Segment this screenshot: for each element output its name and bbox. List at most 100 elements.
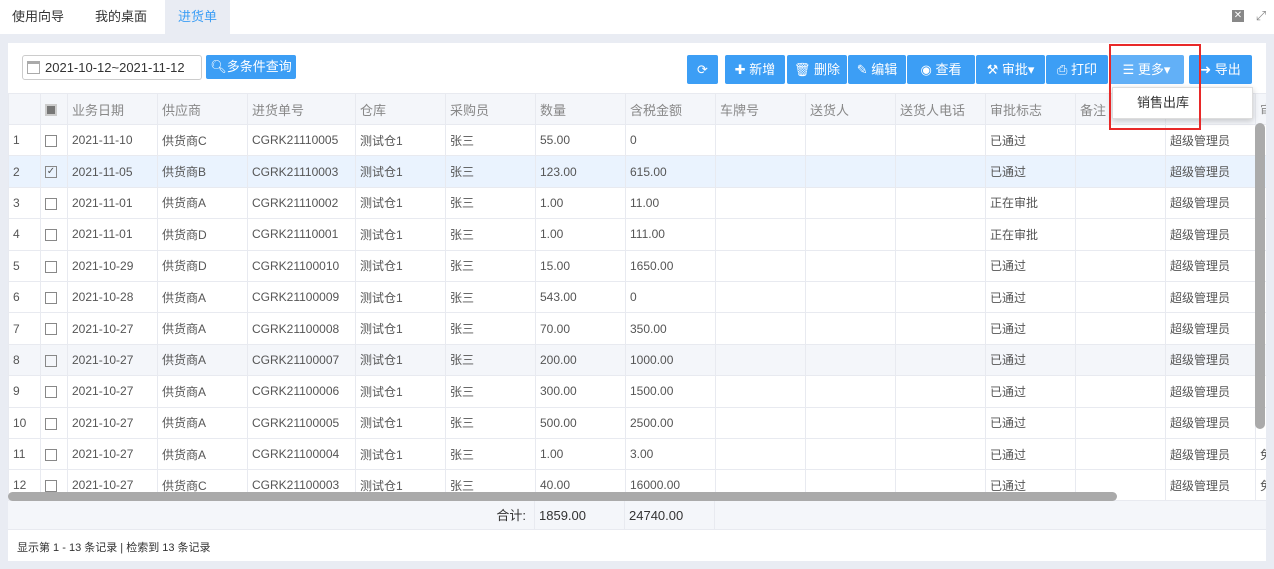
table-cell: 已通过 — [985, 375, 1076, 408]
horizontal-scrollbar[interactable] — [8, 492, 1117, 501]
toolbar-button-print[interactable]: ⎙ 打印 — [1046, 55, 1108, 84]
table-cell — [805, 280, 896, 314]
table-cell[interactable] — [40, 437, 68, 471]
toolbar-button-eye[interactable]: ◉ 查看 — [907, 55, 975, 84]
table-cell[interactable] — [40, 218, 68, 251]
table-cell[interactable] — [40, 406, 68, 439]
row-checkbox[interactable] — [45, 448, 57, 461]
table-cell — [805, 375, 896, 408]
table-cell: 张三 — [445, 375, 536, 408]
table-cell — [1075, 155, 1166, 188]
table-cell: 2021-10-27 — [67, 437, 158, 471]
table-cell: 2 — [8, 155, 41, 188]
fullscreen-icon[interactable]: ⤢ — [1255, 9, 1267, 22]
row-checkbox[interactable]: ✓ — [45, 166, 57, 179]
table-cell: 供货商A — [157, 437, 248, 471]
table-cell: CGRK21100005 — [247, 406, 356, 439]
table-cell: CGRK21100006 — [247, 375, 356, 408]
table-row[interactable]: 6 2021-10-28 供货商A CGRK21100009 测试仓1 张三 543.00 0… — [8, 280, 1266, 314]
table-cell[interactable]: ✓ — [40, 155, 68, 188]
table-cell — [715, 218, 806, 251]
table-row[interactable]: 2 ✓ 2021-11-05 供货商B CGRK21110003 测试仓1 张三 123.00… — [8, 155, 1266, 188]
row-checkbox[interactable] — [45, 417, 57, 430]
row-checkbox[interactable] — [45, 135, 57, 148]
table-cell: 11.00 — [625, 186, 716, 220]
table-cell: 200.00 — [535, 343, 626, 377]
toolbar-button-edit[interactable]: ✎ 编辑 — [848, 55, 906, 84]
table-cell[interactable] — [40, 186, 68, 220]
row-checkbox[interactable] — [45, 386, 57, 399]
row-checkbox[interactable] — [45, 291, 57, 304]
refresh-button[interactable]: ⟳ — [687, 55, 718, 84]
table-cell: 350.00 — [625, 312, 716, 345]
table-cell[interactable] — [40, 312, 68, 345]
column-header: 业务日期 — [67, 93, 158, 125]
main-panel: 2021-10-12~2021-11-12 🔍︎多条件查询 ⟳ ✚ 新增 🗑︎ 删… — [8, 43, 1266, 561]
refresh-icon: ⟳ — [697, 62, 708, 77]
multi-query-button[interactable]: 🔍︎多条件查询 — [206, 55, 296, 79]
gavel-icon: ⚒︎ — [986, 62, 1002, 77]
toolbar-button-plus[interactable]: ✚ 新增 — [725, 55, 785, 84]
table-cell: 超级管理员 — [1165, 469, 1256, 500]
column-header: 数量 — [535, 93, 626, 125]
button-label: 导出 — [1214, 62, 1241, 77]
table-cell[interactable] — [40, 375, 68, 408]
table-row[interactable]: 1 2021-11-10 供货商C CGRK21110005 测试仓1 张三 55.00 0 已… — [8, 123, 1266, 157]
table-cell: 测试仓1 — [355, 249, 446, 282]
tab-guide[interactable]: 使用向导 — [0, 0, 76, 34]
table-cell: 测试仓1 — [355, 186, 446, 220]
table-cell: 5 — [8, 249, 41, 282]
toolbar-button-trash[interactable]: 🗑︎ 删除 — [787, 55, 847, 84]
total-row: 合计: 1859.00 24740.00 — [8, 500, 1266, 530]
table-cell: 正在审批 — [985, 218, 1076, 251]
table-cell[interactable] — [40, 123, 68, 157]
tab-purchase-order[interactable]: 进货单 — [165, 0, 230, 34]
row-checkbox[interactable] — [45, 354, 57, 367]
row-checkbox[interactable] — [45, 323, 57, 336]
table-row[interactable]: 10 2021-10-27 供货商A CGRK21100005 测试仓1 张三 500.00… — [8, 406, 1266, 439]
table-cell: 测试仓1 — [355, 437, 446, 471]
select-all-checkbox[interactable] — [45, 104, 57, 117]
table-cell[interactable] — [40, 280, 68, 314]
table-cell: 已通过 — [985, 406, 1076, 439]
table-cell: 2021-10-27 — [67, 343, 158, 377]
row-checkbox[interactable] — [45, 229, 57, 242]
table-row[interactable]: 5 2021-10-29 供货商D CGRK21100010 测试仓1 张三 15.00 16… — [8, 249, 1266, 282]
table-cell: 张三 — [445, 280, 536, 314]
table-cell[interactable] — [40, 249, 68, 282]
tab-desktop[interactable]: 我的桌面 — [80, 0, 162, 34]
table-row[interactable]: 8 2021-10-27 供货商A CGRK21100007 测试仓1 张三 200.00 1… — [8, 343, 1266, 377]
vertical-scrollbar[interactable] — [1255, 123, 1265, 429]
table-row[interactable]: 4 2021-11-01 供货商D CGRK21110001 测试仓1 张三 1.00 111… — [8, 218, 1266, 251]
table-cell — [805, 343, 896, 377]
column-header: 车牌号 — [715, 93, 806, 125]
table-cell: 10 — [8, 406, 41, 439]
column-header[interactable] — [40, 93, 68, 125]
row-checkbox[interactable] — [45, 260, 57, 273]
calendar-icon — [27, 61, 40, 74]
table-cell: 615.00 — [625, 155, 716, 188]
toolbar-button-gavel[interactable]: ⚒︎ 审批▾ — [976, 55, 1045, 84]
table-row[interactable]: 11 2021-10-27 供货商A CGRK21100004 测试仓1 张三 1.00 3.… — [8, 437, 1266, 471]
row-checkbox[interactable] — [45, 480, 57, 493]
table-cell — [895, 249, 986, 282]
table-cell — [895, 375, 986, 408]
table-cell: 300.00 — [535, 375, 626, 408]
table-cell: 测试仓1 — [355, 155, 446, 188]
table-cell — [1075, 437, 1166, 471]
table-cell: 张三 — [445, 218, 536, 251]
table-cell[interactable] — [40, 343, 68, 377]
table-cell — [805, 312, 896, 345]
eye-icon: ◉ — [920, 62, 936, 77]
close-icon[interactable]: ✕ — [1232, 10, 1244, 22]
table-row[interactable]: 3 2021-11-01 供货商A CGRK21110002 测试仓1 张三 1.00 11.… — [8, 186, 1266, 220]
table-row[interactable]: 9 2021-10-27 供货商A CGRK21100006 测试仓1 张三 300.00 1… — [8, 375, 1266, 408]
date-range-input[interactable]: 2021-10-12~2021-11-12 — [22, 55, 202, 80]
table-row[interactable]: 7 2021-10-27 供货商A CGRK21100008 测试仓1 张三 70.00 35… — [8, 312, 1266, 345]
table-cell: 供货商D — [157, 249, 248, 282]
table-cell: 3 — [8, 186, 41, 220]
row-checkbox[interactable] — [45, 197, 57, 210]
table-cell: 超级管理员 — [1165, 343, 1256, 377]
table-cell: 超级管理员 — [1165, 155, 1256, 188]
table-cell: 超级管理员 — [1165, 249, 1256, 282]
